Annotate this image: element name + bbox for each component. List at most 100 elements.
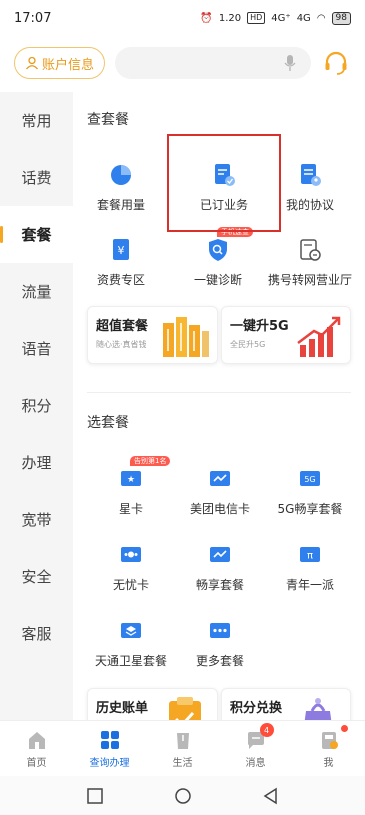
diagnose-shield-icon [209,239,227,261]
pie-chart-icon [111,165,131,185]
youth-plan-icon: π [300,547,320,562]
satellite-plan-item[interactable]: 天通卫星套餐 [86,618,176,669]
star-card-tag-badge: 告别第1名 [130,456,171,466]
nav-message[interactable]: 4 消息 [219,721,292,776]
sidebar-item-broadband[interactable]: 宽带 [0,491,73,548]
sidebar-item-label: 语音 [21,340,52,358]
sidebar-item-voice[interactable]: 语音 [0,320,73,377]
5g-plan-icon: 5G [300,471,320,486]
sidebar-item-security[interactable]: 安全 [0,548,73,605]
sidebar-item-phone-fee[interactable]: 话费 [0,149,73,206]
youth-plan-item[interactable]: π 青年一派 [265,542,355,593]
tariff-book-icon: ¥ [113,239,129,260]
sidebar-item-points[interactable]: 积分 [0,377,73,434]
customer-service-button[interactable] [321,48,351,78]
life-icon [176,732,189,749]
meituan-card-icon [210,471,230,486]
upgrade-5g-card[interactable]: 一键升5G 全民升5G [221,306,351,364]
sidebar-item-plan[interactable]: 套餐 [0,206,73,263]
sidebar-item-label: 流量 [21,283,52,301]
star-card-item[interactable]: ★ 告别第1名 星卡 [86,456,176,517]
search-input[interactable] [115,47,311,79]
status-bar: 17:07 ⏰ 1.20 HD 4G⁺ 4G ◠ 98 [0,0,365,36]
alarm-icon: ⏰ [200,12,213,24]
nav-home[interactable]: 首页 [0,721,73,776]
growth-chart-icon [297,316,341,357]
account-info-button[interactable]: 账户信息 [14,47,106,79]
meituan-card-label: 美团电信卡 [189,502,250,516]
bottom-navigation: 首页 查询办理 生活 4 消息 我 [0,720,365,776]
transfer-network-icon [300,239,321,261]
back-triangle-icon[interactable] [262,787,280,805]
gift-bag-illustration-icon [304,698,332,720]
home-icon [28,731,45,749]
query-grid-icon [100,730,119,749]
microphone-icon[interactable] [283,54,297,72]
nav-message-label: 消息 [245,757,266,769]
more-plans-item[interactable]: 更多套餐 [175,618,265,669]
tariff-zone-item[interactable]: ¥ 资费专区 [76,237,166,288]
signal-4g: 4G [296,12,311,24]
points-exchange-card[interactable]: 积分兑换 [221,688,351,720]
sidebar-item-label: 常用 [21,112,52,130]
nav-me[interactable]: 我 [292,721,365,776]
sidebar-item-data[interactable]: 流量 [0,263,73,320]
status-icons: ⏰ 1.20 HD 4G⁺ 4G ◠ 98 [200,11,351,25]
battery-icon: 98 [331,11,351,25]
pi-glyph: π [307,551,313,562]
sidebar-item-label: 办理 [21,454,52,472]
plan-usage-label: 套餐用量 [96,198,145,212]
5g-glyph: 5G [304,475,315,484]
5g-enjoy-plan-item[interactable]: 5G 5G畅享套餐 [265,466,355,517]
one-click-diagnose-item[interactable]: 手机速查 一键诊断 [173,227,263,288]
home-circle-icon[interactable] [174,787,192,805]
section-divider [87,392,351,393]
user-icon [26,56,38,70]
signal-4g-plus: 4G⁺ [271,12,291,24]
svg-text:¥: ¥ [118,244,125,257]
youth-plan-label: 青年一派 [285,578,334,592]
more-plans-label: 更多套餐 [195,654,244,668]
recent-apps-icon[interactable] [86,787,104,805]
main-content: 查套餐 套餐用量 已订业务 我的协议 ¥ 资费专区 手机速查 一键诊断 携号转网… [73,92,365,720]
5g-enjoy-plan-label: 5G畅享套餐 [277,502,343,516]
tariff-zone-label: 资费专区 [96,273,145,287]
sidebar-item-common[interactable]: 常用 [0,92,73,149]
worry-free-card-label: 无忧卡 [112,578,149,592]
sidebar-item-customer-service[interactable]: 客服 [0,605,73,662]
history-bill-card[interactable]: 历史账单 [87,688,218,720]
worry-free-card-item[interactable]: 无忧卡 [86,542,176,593]
enjoy-plan-item[interactable]: 畅享套餐 [175,542,265,593]
nav-home-label: 首页 [26,757,47,769]
hd-icon: HD [247,12,266,24]
network-speed: 1.20 [218,12,242,24]
sidebar-item-handle[interactable]: 办理 [0,434,73,491]
value-plan-card[interactable]: 超值套餐 随心选·真省钱 [87,306,218,364]
sidebar-item-label: 宽带 [21,511,52,529]
me-notification-dot [340,725,348,732]
nav-query[interactable]: 查询办理 [73,721,146,776]
meituan-card-item[interactable]: 美团电信卡 [175,466,265,517]
plan-usage-item[interactable]: 套餐用量 [76,162,166,213]
clipboard-illustration-icon [169,697,201,720]
star-card-icon: ★ [121,471,141,486]
wifi-icon: ◠ [316,12,326,24]
category-sidebar: 常用 话费 套餐 流量 语音 积分 办理 宽带 安全 客服 [0,92,73,720]
number-transfer-label: 携号转网营业厅 [267,273,352,287]
number-transfer-item[interactable]: 携号转网营业厅 [265,237,355,288]
account-info-label: 账户信息 [42,57,95,73]
my-agreement-label: 我的协议 [285,198,334,212]
message-count-badge: 4 [259,723,274,737]
sidebar-item-label: 客服 [21,625,52,643]
status-time: 17:07 [14,10,52,26]
sidebar-item-label: 安全 [21,568,52,586]
section-title-choose-plan: 选套餐 [87,415,129,431]
agreement-doc-icon [301,164,321,186]
star-card-label: 星卡 [118,502,143,516]
satellite-plan-label: 天通卫星套餐 [94,654,167,668]
system-navigation-bar [0,776,365,815]
worry-free-card-icon [121,547,141,562]
nav-life[interactable]: 生活 [146,721,219,776]
books-illustration-icon [163,317,209,357]
section-title-check-plan: 查套餐 [87,112,129,128]
